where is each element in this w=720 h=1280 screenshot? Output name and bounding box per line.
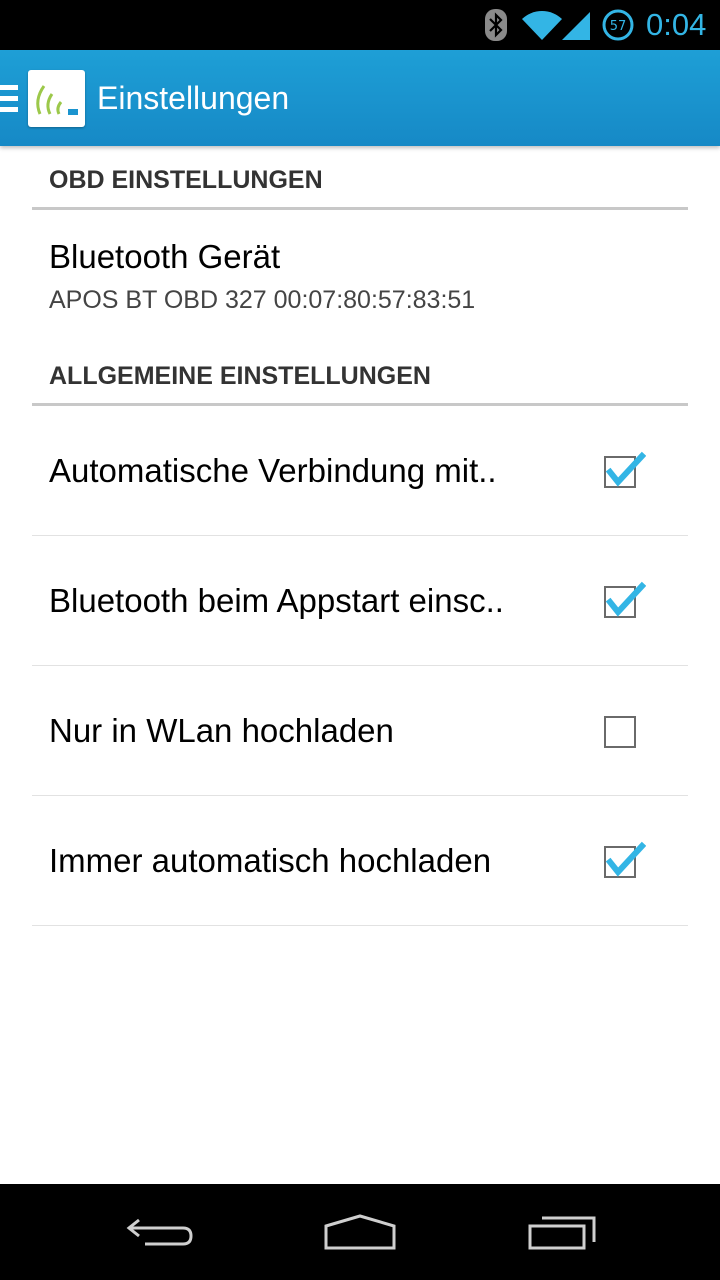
section-header-general: ALLGEMEINE EINSTELLUNGEN — [32, 342, 688, 406]
bluetooth-device-preference[interactable]: Bluetooth Gerät APOS BT OBD 327 00:07:80… — [32, 210, 688, 346]
preference-title: Bluetooth Gerät — [49, 238, 281, 275]
always-auto-upload-preference[interactable]: Immer automatisch hochladen — [32, 796, 688, 926]
always-auto-upload-checkbox[interactable] — [604, 841, 646, 878]
bluetooth-on-start-preference[interactable]: Bluetooth beim Appstart einsc.. — [32, 536, 688, 666]
checkmark-icon — [605, 841, 646, 877]
app-logo[interactable] — [28, 70, 85, 127]
recent-apps-icon[interactable] — [512, 1202, 612, 1262]
wlan-only-upload-checkbox[interactable] — [604, 716, 636, 748]
status-clock: 0:04 — [646, 7, 707, 42]
preference-title: Immer automatisch hochladen — [49, 842, 492, 879]
back-icon[interactable] — [110, 1202, 210, 1262]
signal-icon — [562, 0, 592, 50]
bluetooth-icon — [484, 0, 508, 50]
battery-level-text: 57 — [610, 19, 627, 34]
status-bar: 57 0:04 — [0, 0, 720, 50]
preference-title: Bluetooth beim Appstart einsc.. — [49, 582, 504, 619]
auto-connect-checkbox[interactable] — [604, 451, 646, 488]
navigation-drawer-icon[interactable] — [0, 85, 18, 113]
wifi-icon — [522, 0, 562, 50]
section-header-label: OBD EINSTELLUNGEN — [49, 166, 323, 194]
page-title: Einstellungen — [97, 80, 290, 116]
navigation-bar — [0, 1184, 720, 1280]
preference-title: Automatische Verbindung mit.. — [49, 452, 497, 489]
action-bar: Einstellungen — [0, 50, 720, 146]
section-header-label: ALLGEMEINE EINSTELLUNGEN — [49, 362, 431, 390]
home-icon[interactable] — [310, 1202, 410, 1262]
bluetooth-on-start-checkbox[interactable] — [604, 581, 646, 618]
checkmark-icon — [605, 581, 646, 617]
preference-summary: APOS BT OBD 327 00:07:80:57:83:51 — [49, 286, 476, 314]
auto-connect-preference[interactable]: Automatische Verbindung mit.. — [32, 406, 688, 536]
preference-title: Nur in WLan hochladen — [49, 712, 394, 749]
section-header-obd: OBD EINSTELLUNGEN — [32, 146, 688, 210]
checkmark-icon — [605, 451, 646, 487]
wlan-only-upload-preference[interactable]: Nur in WLan hochladen — [32, 666, 688, 796]
battery-icon: 57 — [602, 0, 636, 50]
